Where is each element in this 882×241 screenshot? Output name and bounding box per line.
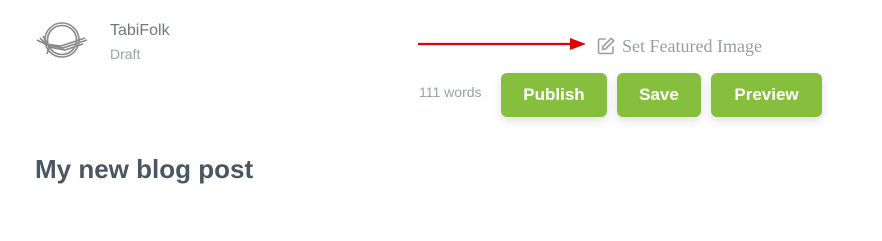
- publish-button[interactable]: Publish: [501, 73, 607, 117]
- preview-button[interactable]: Preview: [711, 73, 822, 117]
- brand-name: TabiFolk: [110, 22, 170, 39]
- save-button[interactable]: Save: [617, 73, 701, 117]
- post-status: Draft: [110, 46, 141, 62]
- set-featured-image-label: Set Featured Image: [622, 35, 762, 56]
- tabifolk-logo-icon: [35, 18, 89, 66]
- word-count: 111 words: [419, 84, 482, 100]
- post-title[interactable]: My new blog post: [35, 152, 253, 186]
- edit-icon: [596, 36, 616, 56]
- set-featured-image-link[interactable]: Set Featured Image: [596, 35, 762, 57]
- red-arrow-icon: [416, 36, 588, 52]
